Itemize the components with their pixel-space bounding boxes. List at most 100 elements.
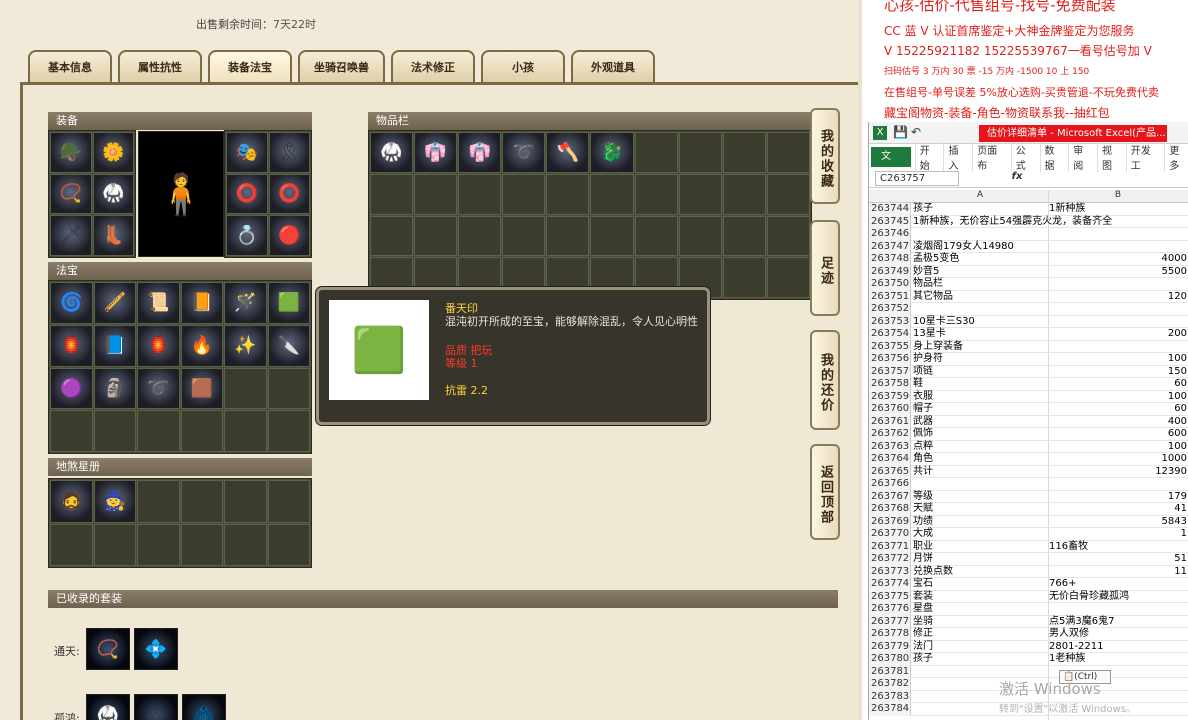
cell-b[interactable]: 100 <box>1049 441 1187 453</box>
cell-b[interactable]: 4000 <box>1049 253 1187 265</box>
row-number[interactable]: 263773 <box>869 565 911 578</box>
treasure-slot[interactable]: ✨ <box>224 324 267 367</box>
ribbon-tab-more[interactable]: 更多 <box>1164 142 1188 172</box>
name-box[interactable]: C263757 <box>875 171 959 186</box>
treasure-slot[interactable]: 🔥 <box>180 324 223 367</box>
cell-b[interactable]: 点5满3魔6鬼7 <box>1049 616 1187 628</box>
cell-b[interactable]: 男人双修 <box>1049 628 1187 640</box>
equip-slot[interactable]: 🎭 <box>226 132 268 173</box>
row-number[interactable]: 263775 <box>869 590 911 603</box>
star-slot[interactable]: 🧙 <box>93 480 136 523</box>
inventory-slot[interactable]: 👘 <box>458 132 502 173</box>
cell-b[interactable]: 600 <box>1049 428 1187 440</box>
equip-slot[interactable]: 💍 <box>226 215 268 256</box>
side-nav-my-favorites[interactable]: 我的收藏 <box>810 108 840 204</box>
cell-a[interactable]: 10星卡三S30 <box>913 316 1047 328</box>
equip-slot[interactable]: 🗡 <box>50 215 92 256</box>
row-number[interactable]: 263782 <box>869 678 911 691</box>
equip-slot[interactable]: 👢 <box>92 215 134 256</box>
ribbon-tab-data[interactable]: 数据 <box>1039 142 1069 172</box>
row-number[interactable]: 263777 <box>869 615 911 628</box>
equip-slot[interactable]: 🌼 <box>92 132 134 173</box>
cell-a[interactable]: 坐骑 <box>913 616 1047 628</box>
treasure-slot[interactable]: 🟩 <box>267 282 310 324</box>
cell-a[interactable]: 凌烟阁179女人14980 <box>913 241 1047 253</box>
treasure-slot[interactable]: 📘 <box>93 324 136 367</box>
cell-b[interactable]: 100 <box>1049 353 1187 365</box>
cell-a[interactable]: 孩子 <box>913 653 1047 665</box>
cell-b[interactable]: 41 <box>1049 503 1187 515</box>
cell-b[interactable]: 11 <box>1049 566 1187 578</box>
row-number[interactable]: 263771 <box>869 540 911 553</box>
tab-appearance-items[interactable]: 外观道具 <box>571 50 655 82</box>
row-number[interactable]: 263769 <box>869 515 911 528</box>
cell-a[interactable]: 宝石 <box>913 578 1047 590</box>
treasure-slot[interactable]: ➰ <box>137 367 180 410</box>
cell-a[interactable]: 其它物品 <box>913 291 1047 303</box>
cell-a[interactable]: 物品栏 <box>913 278 1047 290</box>
treasure-slot[interactable]: 📜 <box>137 282 180 324</box>
side-nav-back-to-top[interactable]: 返回顶部 <box>810 444 840 540</box>
fx-icon[interactable]: fx <box>1009 171 1025 186</box>
ribbon-tab-developer[interactable]: 开发工 <box>1125 142 1165 172</box>
tab-basic-info[interactable]: 基本信息 <box>28 50 112 82</box>
inventory-slot[interactable]: 🐉 <box>590 132 634 173</box>
cell-b[interactable]: 5843 <box>1049 516 1187 528</box>
column-header-a[interactable]: A <box>913 190 1047 200</box>
cell-a[interactable]: 护身符 <box>913 353 1047 365</box>
treasure-slot[interactable]: 📙 <box>180 282 223 324</box>
cell-b[interactable]: 200 <box>1049 328 1187 340</box>
cell-a[interactable]: 孩子 <box>913 203 1047 215</box>
ribbon-tab-file[interactable]: 文件 <box>871 147 911 182</box>
cell-a[interactable]: 帽子 <box>913 403 1047 415</box>
cell-b[interactable]: 766+ <box>1049 578 1187 590</box>
cell-b[interactable]: 1000 <box>1049 453 1187 465</box>
row-number[interactable]: 263770 <box>869 528 911 541</box>
row-number[interactable]: 263747 <box>869 240 911 253</box>
cell-a[interactable]: 衣服 <box>913 391 1047 403</box>
cell-a[interactable]: 等级 <box>913 491 1047 503</box>
row-number[interactable]: 263774 <box>869 578 911 591</box>
ribbon-tab-formulas[interactable]: 公式 <box>1010 142 1040 172</box>
ribbon-tab-insert[interactable]: 插入 <box>943 142 972 172</box>
row-number[interactable]: 263783 <box>869 690 911 703</box>
row-number[interactable]: 263780 <box>869 653 911 666</box>
set-item[interactable]: 🎗 <box>134 694 178 720</box>
row-number[interactable]: 263758 <box>869 378 911 391</box>
cell-b[interactable]: 116畜牧 <box>1049 541 1187 553</box>
row-number[interactable]: 263755 <box>869 340 911 353</box>
row-number[interactable]: 263751 <box>869 290 911 303</box>
cell-a[interactable]: 角色 <box>913 453 1047 465</box>
cell-a[interactable]: 项链 <box>913 366 1047 378</box>
cell-a[interactable]: 武器 <box>913 416 1047 428</box>
treasure-slot[interactable]: 🪈 <box>93 282 136 324</box>
row-number[interactable]: 263749 <box>869 265 911 278</box>
equip-slot[interactable]: 🎗 <box>268 132 310 173</box>
row-number[interactable]: 263763 <box>869 440 911 453</box>
equip-slot[interactable]: 🥋 <box>92 173 134 215</box>
cell-a[interactable]: 共计 <box>913 466 1047 478</box>
set-item[interactable]: 🥋 <box>86 694 130 720</box>
cell-b[interactable]: 60 <box>1049 378 1187 390</box>
row-number[interactable]: 263753 <box>869 315 911 328</box>
side-nav-my-offers[interactable]: 我的还价 <box>810 330 840 430</box>
row-number[interactable]: 263766 <box>869 478 911 491</box>
equip-slot[interactable]: 🪖 <box>50 132 92 173</box>
row-number[interactable]: 263784 <box>869 703 911 716</box>
row-number[interactable]: 263768 <box>869 503 911 516</box>
ribbon-tab-view[interactable]: 视图 <box>1097 142 1126 172</box>
cell-a[interactable]: 妙音5 <box>913 266 1047 278</box>
cell-b[interactable]: 400 <box>1049 416 1187 428</box>
cell-a[interactable]: 法门 <box>913 641 1047 653</box>
row-number[interactable]: 263772 <box>869 553 911 566</box>
row-number[interactable]: 263757 <box>869 365 911 378</box>
cell-a[interactable]: 修正 <box>913 628 1047 640</box>
treasure-slot[interactable]: 🏮 <box>137 324 180 367</box>
row-number[interactable]: 263760 <box>869 403 911 416</box>
ribbon-tab-home[interactable]: 开始 <box>914 142 944 172</box>
treasure-slot[interactable]: 🟫 <box>180 367 223 410</box>
inventory-slot[interactable]: 🪓 <box>546 132 590 173</box>
cell-a[interactable]: 职业 <box>913 541 1047 553</box>
row-number[interactable]: 263750 <box>869 278 911 291</box>
row-number[interactable]: 263759 <box>869 390 911 403</box>
